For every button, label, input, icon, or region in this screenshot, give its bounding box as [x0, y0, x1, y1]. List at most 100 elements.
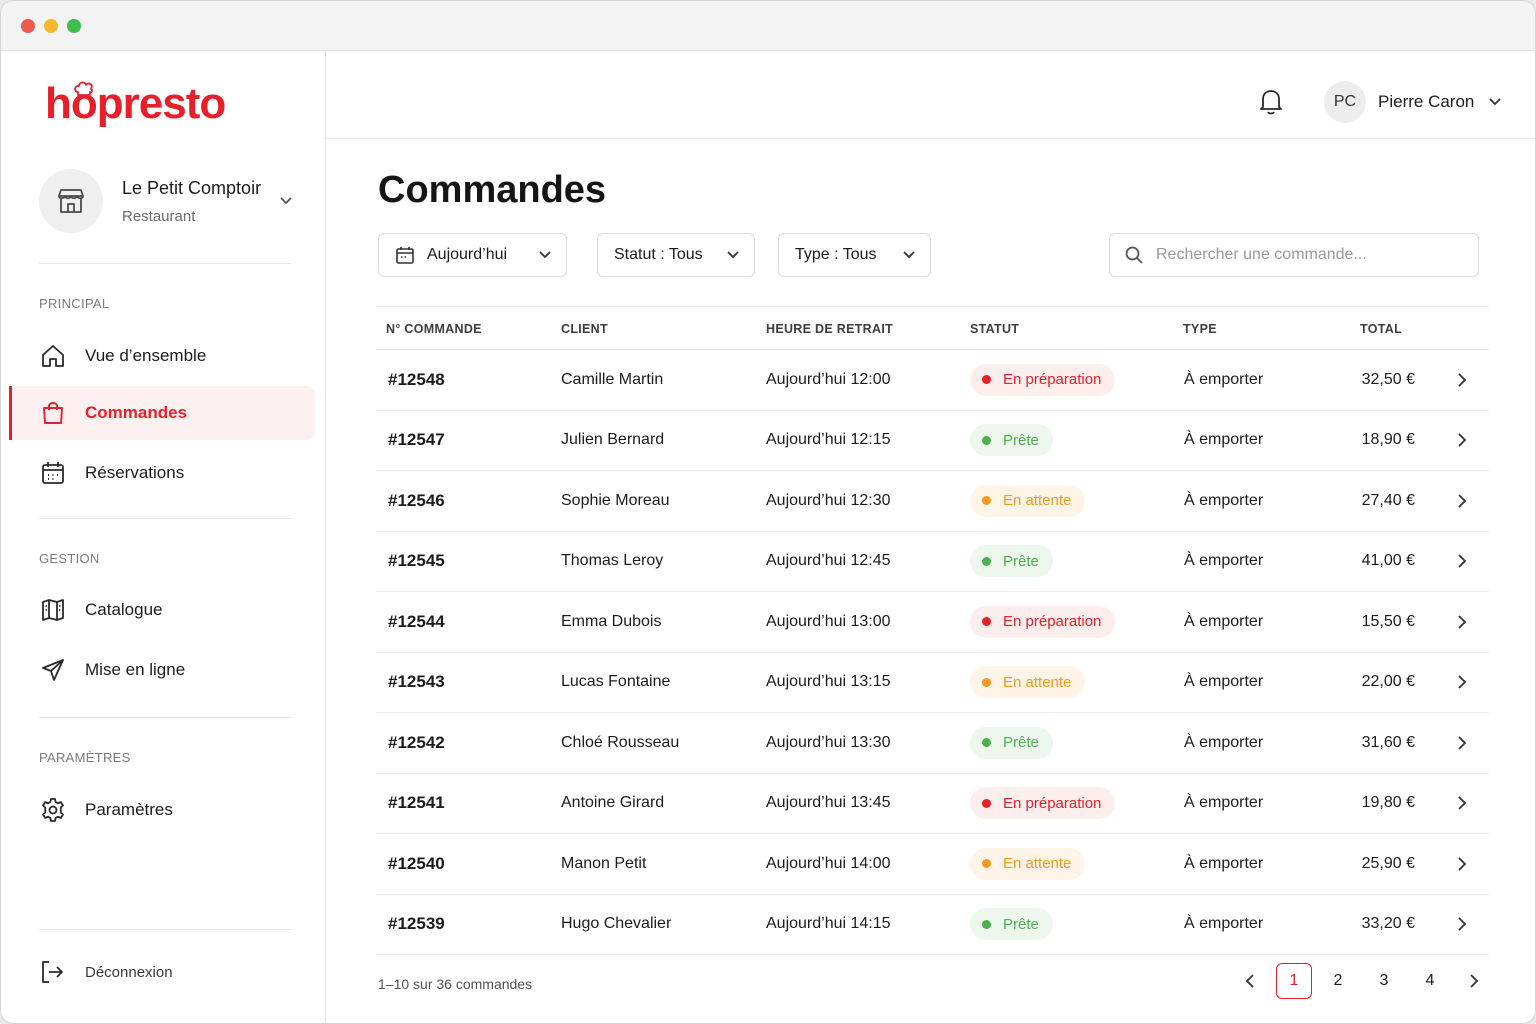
status-label: Prête [1003, 734, 1039, 752]
sidebar-item-label: Vue d’ensemble [85, 346, 207, 365]
user-menu[interactable]: PC Pierre Caron [1324, 81, 1502, 123]
sidebar-item-publish[interactable]: Mise en ligne [9, 643, 315, 697]
column-header-total[interactable]: TOTAL [1360, 322, 1402, 336]
store-name: Le Petit Comptoir [122, 177, 262, 198]
sidebar-item-settings[interactable]: Paramètres [9, 783, 315, 837]
pickup-time: Aujourd’hui 12:45 [766, 552, 891, 570]
status-filter-label: Statut : Tous [614, 246, 703, 263]
table-row[interactable]: #12546 Sophie Moreau Aujourd’hui 12:30 En a… [376, 471, 1489, 532]
close-window-button[interactable] [21, 18, 35, 33]
sidebar-item-orders[interactable]: Commandes [9, 386, 315, 440]
sidebar-item-catalogue[interactable]: Catalogue [9, 583, 315, 637]
table-row[interactable]: #12548 Camille Martin Aujourd’hui 12:00 En … [376, 350, 1489, 411]
status-filter[interactable]: Statut : Tous [597, 233, 755, 277]
client-name: Manon Petit [561, 854, 647, 872]
status-badge: En attente [970, 484, 1086, 517]
pagination-page-1[interactable]: 1 [1276, 963, 1312, 999]
home-icon [39, 342, 67, 370]
chevron-right-icon[interactable] [1457, 916, 1467, 932]
status-dot [982, 738, 991, 748]
order-id: #12544 [388, 611, 445, 631]
store-switcher[interactable]: Le Petit Comptoir Restaurant [39, 168, 297, 234]
column-header-type[interactable]: TYPE [1183, 322, 1217, 336]
pagination-page-2[interactable]: 2 [1320, 963, 1356, 999]
chevron-right-icon[interactable] [1457, 432, 1467, 448]
column-header-client[interactable]: CLIENT [561, 322, 608, 336]
top-bar: PC Pierre Caron [326, 51, 1535, 139]
status-dot [982, 919, 991, 929]
pagination-page-3[interactable]: 3 [1366, 963, 1402, 999]
table-row[interactable]: #12542 Chloé Rousseau Aujourd’hui 13:30 Prê… [376, 713, 1489, 774]
chevron-right-icon[interactable] [1457, 493, 1467, 509]
status-label: En préparation [1003, 371, 1102, 389]
zoom-window-button[interactable] [67, 18, 81, 33]
status-dot [982, 556, 991, 566]
order-total: 27,40 € [1361, 491, 1415, 509]
logout-button[interactable]: Déconnexion [39, 959, 173, 985]
order-type: À emporter [1184, 370, 1264, 388]
avatar: PC [1324, 81, 1366, 123]
book-icon [39, 596, 67, 624]
pickup-time: Aujourd’hui 12:15 [766, 431, 891, 449]
order-id: #12543 [388, 672, 445, 692]
chevron-right-icon[interactable] [1457, 795, 1467, 811]
user-name: Pierre Caron [1378, 92, 1475, 111]
chevron-right-icon[interactable] [1457, 553, 1467, 569]
search-input[interactable]: Rechercher une commande... [1109, 233, 1479, 277]
status-badge: Prête [970, 726, 1053, 759]
table-row[interactable]: #12539 Hugo Chevalier Aujourd’hui 14:15 Prê… [376, 895, 1489, 955]
table-row[interactable]: #12544 Emma Dubois Aujourd’hui 13:00 En pré… [376, 592, 1489, 653]
bell-icon[interactable] [1258, 87, 1284, 115]
chevron-right-icon[interactable] [1457, 856, 1467, 872]
status-badge: Prête [970, 424, 1053, 457]
order-type: À emporter [1184, 915, 1264, 933]
client-name: Sophie Moreau [561, 491, 670, 509]
order-id: #12540 [388, 853, 445, 873]
column-header-pickup-time[interactable]: HEURE DE RETRAIT [766, 322, 893, 336]
pagination-page-4[interactable]: 4 [1412, 963, 1448, 999]
chevron-left-icon [1245, 974, 1254, 988]
pickup-time: Aujourd’hui 12:00 [766, 370, 891, 388]
type-filter-label: Type : Tous [795, 246, 877, 263]
client-name: Thomas Leroy [561, 552, 664, 570]
brand-logo[interactable]: hopresto [45, 79, 226, 129]
chevron-right-icon[interactable] [1457, 674, 1467, 690]
chevron-right-icon[interactable] [1457, 372, 1467, 388]
table-row[interactable]: #12543 Lucas Fontaine Aujourd’hui 13:15 En … [376, 653, 1489, 713]
sidebar-item-label: Commandes [85, 403, 188, 422]
order-total: 41,00 € [1361, 552, 1415, 570]
order-total: 31,60 € [1361, 733, 1415, 751]
window-titlebar [1, 1, 1535, 51]
status-dot [982, 496, 991, 506]
status-badge: En attente [970, 847, 1086, 880]
chevron-right-icon[interactable] [1457, 614, 1467, 630]
order-id: #12541 [388, 793, 445, 813]
column-header-order[interactable]: N° COMMANDE [386, 322, 482, 336]
order-type: À emporter [1184, 612, 1264, 630]
pickup-time: Aujourd’hui 13:00 [766, 612, 891, 630]
pickup-time: Aujourd’hui 13:45 [766, 794, 891, 812]
order-total: 32,50 € [1361, 370, 1415, 388]
pagination-prev-button[interactable] [1230, 963, 1270, 999]
sidebar-item-overview[interactable]: Vue d’ensemble [9, 329, 315, 383]
type-filter[interactable]: Type : Tous [778, 233, 931, 277]
section-title-parametres: PARAMÈTRES [39, 750, 131, 765]
table-row[interactable]: #12545 Thomas Leroy Aujourd’hui 12:45 Prête… [376, 532, 1489, 592]
status-badge: En préparation [970, 605, 1116, 638]
sidebar-item-reservations[interactable]: Réservations [9, 446, 315, 500]
pickup-time: Aujourd’hui 13:30 [766, 733, 891, 751]
table-row[interactable]: #12547 Julien Bernard Aujourd’hui 12:15 Prê… [376, 411, 1489, 471]
minimize-window-button[interactable] [44, 18, 58, 33]
gear-icon [39, 796, 67, 824]
table-row[interactable]: #12541 Antoine Girard Aujourd’hui 13:45 En … [376, 774, 1489, 834]
date-filter[interactable]: Aujourd’hui [378, 233, 567, 277]
status-dot [982, 435, 991, 445]
sidebar-item-label: Catalogue [85, 600, 163, 619]
order-type: À emporter [1184, 794, 1264, 812]
pagination-next-button[interactable] [1454, 963, 1494, 999]
chevron-right-icon[interactable] [1457, 735, 1467, 751]
status-dot [982, 375, 991, 385]
status-dot [982, 617, 991, 627]
table-row[interactable]: #12540 Manon Petit Aujourd’hui 14:00 En att… [376, 834, 1489, 895]
column-header-status[interactable]: STATUT [970, 322, 1019, 336]
